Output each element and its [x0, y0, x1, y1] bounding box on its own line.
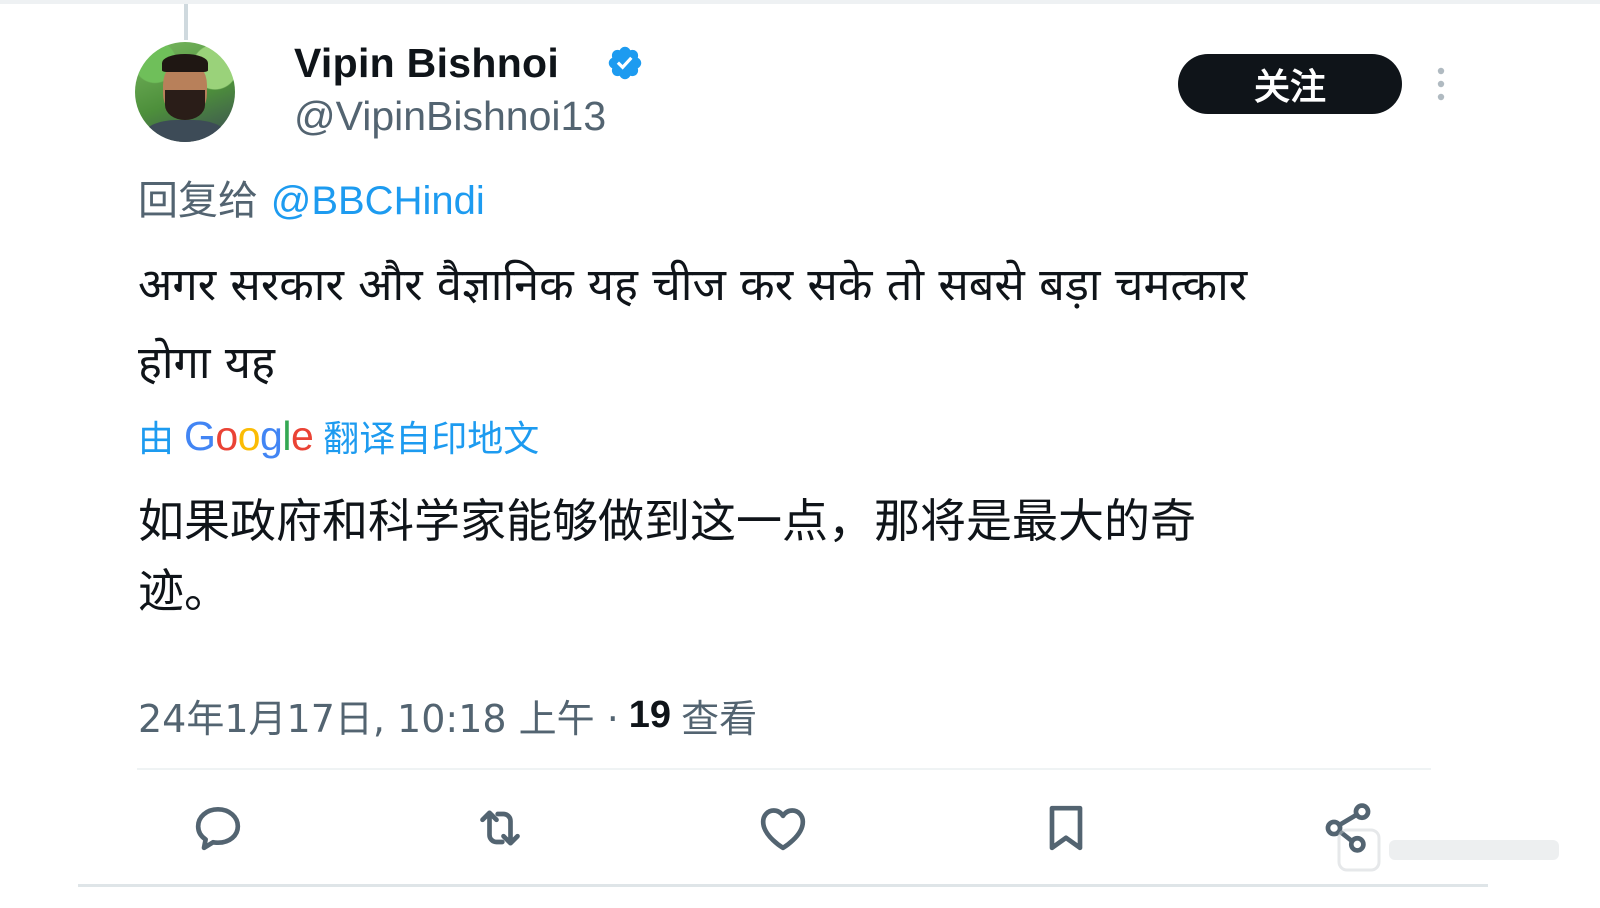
bookmark-icon: [1049, 805, 1083, 851]
like-icon: [760, 808, 806, 851]
views-count: 19: [628, 694, 672, 736]
reply-icon: [195, 807, 241, 851]
translated-text-line: 迹。: [138, 564, 230, 618]
views-label: 查看: [681, 697, 758, 741]
verified-badge-icon: [608, 46, 642, 80]
retweet-icon: [480, 810, 520, 846]
tweet-meta: 24年1月17日, 10:18 上午 · 19 查看: [138, 688, 757, 743]
translate-suffix: 翻译自印地文: [323, 419, 540, 460]
thread-connector-line: [184, 4, 188, 40]
divider: [137, 768, 1431, 770]
tweet-text-line: होगा यह: [138, 336, 275, 389]
reply-prefix: 回复给: [138, 178, 258, 224]
reply-to-line: 回复给 @BBCHindi: [138, 168, 485, 226]
translation-attribution[interactable]: 由 Google 翻译自印地文: [138, 410, 539, 462]
bookmark-button[interactable]: [1038, 800, 1094, 856]
top-border: [0, 0, 1600, 4]
translated-text-line: 如果政府和科学家能够做到这一点，那将是最大的奇: [138, 494, 1196, 548]
user-handle[interactable]: @VipinBishnoi13: [294, 93, 606, 140]
avatar[interactable]: [135, 42, 235, 142]
reply-button[interactable]: [190, 800, 246, 856]
display-name[interactable]: Vipin Bishnoi: [294, 40, 559, 87]
follow-button[interactable]: 关注: [1178, 54, 1402, 114]
watermark-icon: [1337, 828, 1559, 872]
tweet-text-line: अगर सरकार और वैज्ञानिक यह चीज कर सके तो …: [138, 258, 1248, 311]
like-button[interactable]: [755, 800, 811, 856]
translate-prefix: 由: [138, 419, 175, 460]
timestamp[interactable]: 24年1月17日, 10:18 上午 ·: [138, 688, 619, 743]
google-logo-text: Google: [184, 412, 314, 459]
reply-mention-link[interactable]: @BBCHindi: [271, 179, 485, 223]
tweet-text: अगर सरकार और वैज्ञानिक यह चीज कर सके तो …: [138, 246, 1428, 402]
retweet-button[interactable]: [472, 800, 528, 856]
bottom-border: [78, 884, 1488, 887]
translated-text: 如果政府和科学家能够做到这一点，那将是最大的奇 迹。: [138, 486, 1428, 626]
more-dots-icon[interactable]: [1430, 66, 1452, 102]
